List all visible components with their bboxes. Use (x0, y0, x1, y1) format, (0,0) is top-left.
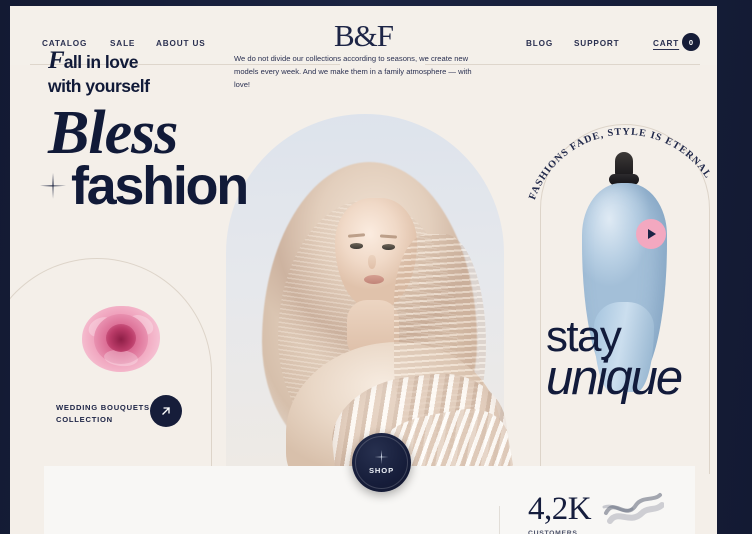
model-nose (368, 255, 376, 269)
bottom-heading-line2: with yourself (48, 76, 150, 97)
nav-item-support[interactable]: SUPPORT (574, 39, 620, 48)
wedding-bouquets-label: WEDDING BOUQUETS COLLECTION (56, 402, 150, 426)
hero-headline: Bless fashion (40, 99, 330, 213)
wedding-bouquets-link-button[interactable] (150, 395, 182, 427)
browser-viewport: CATALOG SALE ABOUT US B&F BLOG SUPPORT C… (0, 0, 752, 534)
curved-tagline-text: FASHIONS FADE, STYLE IS ETERNAL (527, 127, 713, 202)
rose-image (82, 302, 160, 376)
play-icon (648, 229, 656, 239)
four-point-star-icon (40, 173, 66, 199)
hero-headline-line1: Bless (48, 99, 178, 167)
customer-stat: 4,2K CUSTOMERS (528, 493, 678, 534)
wedding-bouquets-label-line1: WEDDING BOUQUETS (56, 403, 150, 412)
four-point-star-icon (375, 450, 389, 464)
page-canvas: CATALOG SALE ABOUT US B&F BLOG SUPPORT C… (10, 6, 717, 534)
cart-count-badge[interactable]: 0 (682, 33, 700, 51)
model-eye-right (382, 244, 395, 250)
customer-stat-value: 4,2K (528, 491, 592, 527)
nav-item-cart[interactable]: CART (653, 39, 679, 48)
bottom-paragraph: We do not divide our collections accordi… (234, 54, 472, 90)
model-eye-left (350, 243, 363, 249)
rose-center (106, 324, 136, 352)
bottom-heading-line1: Fall in love (48, 45, 228, 76)
script-initial-f: F (48, 47, 65, 74)
hero-headline-line2: fashion (71, 155, 249, 216)
curved-tagline: FASHIONS FADE, STYLE IS ETERNAL (527, 127, 713, 202)
wedding-bouquets-label-line2: COLLECTION (56, 414, 113, 424)
bottom-card-divider (499, 506, 500, 534)
model-lips (364, 275, 384, 284)
bottom-heading: Fall in love with yourself (48, 45, 228, 98)
customer-stat-label: CUSTOMERS (528, 530, 578, 534)
shop-button[interactable]: SHOP (352, 433, 411, 492)
nav-item-blog[interactable]: BLOG (526, 39, 553, 48)
video-play-button[interactable] (636, 219, 666, 249)
bottom-heading-line1-rest: all in love (63, 52, 139, 72)
hero-headline-line2-row: fashion (40, 159, 330, 213)
arrow-up-right-icon (162, 407, 170, 415)
stay-unique-line2: unique (546, 350, 683, 405)
stay-unique-headline: stay unique (546, 315, 683, 405)
